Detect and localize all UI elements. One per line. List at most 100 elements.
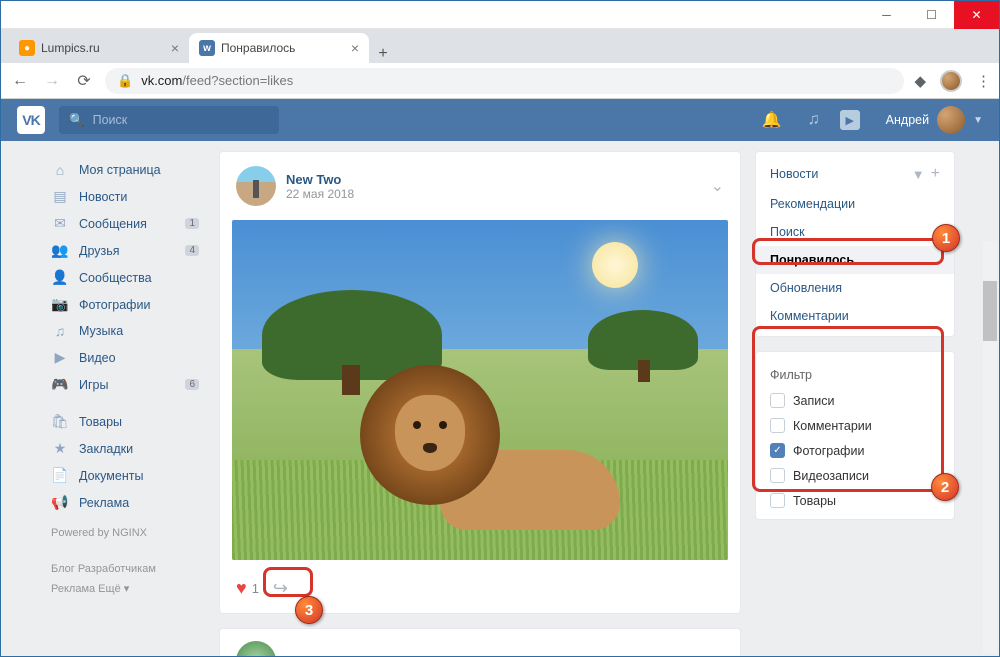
nav-label: Музыка <box>79 324 123 338</box>
notifications-icon[interactable]: 🔔 <box>756 110 788 130</box>
post-author-avatar[interactable] <box>236 641 276 656</box>
music-icon[interactable]: ♫ <box>802 111 826 129</box>
share-icon[interactable]: ↪ <box>273 578 288 599</box>
feed-column: New Two 22 мая 2018 ⌄ <box>219 151 741 656</box>
post-image[interactable] <box>232 220 728 560</box>
nav-item[interactable]: 👤 Сообщества <box>45 264 205 291</box>
nav-item[interactable]: 📄 Документы <box>45 462 205 489</box>
nav-item[interactable]: 📷Фотографии <box>45 291 205 318</box>
annotation-badge-1: 1 <box>932 224 960 252</box>
section-tab[interactable]: Поиск <box>756 218 954 246</box>
nav-label: Сообщения <box>79 217 147 231</box>
nav-icon: ⌂ <box>51 162 69 178</box>
tab-title: Lumpics.ru <box>41 41 100 55</box>
nav-item[interactable]: 🎮Игры6 <box>45 371 205 398</box>
window-titlebar: ─ ☐ ✕ <box>1 1 999 29</box>
section-tab[interactable]: Новости ▼ + <box>756 158 954 190</box>
nav-icon: 🛍 <box>51 413 69 430</box>
window-maximize-button[interactable]: ☐ <box>909 1 954 29</box>
nav-item[interactable]: ♫Музыка <box>45 318 205 344</box>
left-nav: ⌂Моя страница▤Новости✉Сообщения1👥Друзья4… <box>45 151 205 656</box>
vk-search-input[interactable]: 🔍 Поиск <box>59 106 279 134</box>
window-close-button[interactable]: ✕ <box>954 1 999 29</box>
section-tab[interactable]: Понравилось <box>756 246 954 274</box>
nav-item[interactable]: 👥Друзья4 <box>45 237 205 264</box>
section-label: Поиск <box>770 225 805 239</box>
annotation-badge-3: 3 <box>295 596 323 624</box>
window-minimize-button[interactable]: ─ <box>864 1 909 29</box>
nav-reload-button[interactable]: ⟳ <box>73 71 95 91</box>
tab-close-icon[interactable]: × <box>351 40 359 56</box>
post-date: 22 мая 2018 <box>286 187 354 201</box>
filter-option[interactable]: Товары <box>756 488 954 513</box>
nav-label: Сообщества <box>79 271 152 285</box>
section-label: Понравилось <box>770 253 854 267</box>
vk-user-menu[interactable]: Андрей ▼ <box>886 106 983 134</box>
browser-tab-vk[interactable]: w Понравилось × <box>189 33 369 63</box>
address-bar[interactable]: 🔒 vk.com/feed?section=likes <box>105 68 904 94</box>
nav-label: Документы <box>79 469 143 483</box>
nav-label: Закладки <box>79 442 133 456</box>
url-path: /feed?section=likes <box>182 73 293 88</box>
filter-label: Видеозаписи <box>793 469 869 483</box>
like-count: 1 <box>252 581 259 596</box>
post-card: Фотошедевры <box>219 628 741 656</box>
checkbox-icon <box>770 418 785 433</box>
nav-item[interactable]: ★Закладки <box>45 435 205 462</box>
filter-settings-icon[interactable]: ▼ <box>912 167 925 182</box>
nav-badge: 6 <box>185 379 199 390</box>
filter-option[interactable]: Комментарии <box>756 413 954 438</box>
scrollbar[interactable] <box>983 241 997 654</box>
nav-item[interactable]: ▶Видео <box>45 344 205 371</box>
new-tab-button[interactable]: + <box>369 45 397 63</box>
nav-forward-button[interactable]: → <box>41 72 63 90</box>
section-label: Обновления <box>770 281 842 295</box>
extension-icon[interactable]: ◆ <box>914 72 926 90</box>
section-label: Комментарии <box>770 309 849 323</box>
like-button[interactable]: ♥ 1 <box>236 578 259 599</box>
section-tab[interactable]: Комментарии <box>756 302 954 330</box>
filter-title: Фильтр <box>756 358 954 388</box>
annotation-badge-2: 2 <box>931 473 959 501</box>
nav-icon: 👤 <box>51 269 69 286</box>
url-host: vk.com <box>141 73 182 88</box>
filter-label: Записи <box>793 394 835 408</box>
nav-item[interactable]: ⌂Моя страница <box>45 157 205 183</box>
nav-label: Новости <box>79 190 127 204</box>
nav-footer: Powered by NGINX <box>45 516 205 552</box>
add-icon[interactable]: + <box>931 165 940 183</box>
right-column: Новости ▼ + Рекомендации Поиск Понравилось Обн… <box>755 151 955 656</box>
browser-tabs: ● Lumpics.ru × w Понравилось × + <box>1 29 999 63</box>
post-more-icon[interactable]: ⌄ <box>711 176 724 196</box>
tab-title: Понравилось <box>221 41 295 55</box>
section-label: Новости <box>770 167 818 181</box>
browser-tab-lumpics[interactable]: ● Lumpics.ru × <box>9 33 189 63</box>
nav-label: Видео <box>79 351 116 365</box>
post-card: New Two 22 мая 2018 ⌄ <box>219 151 741 614</box>
vk-logo[interactable]: VK <box>17 106 45 134</box>
tab-close-icon[interactable]: × <box>171 40 179 56</box>
search-icon: 🔍 <box>69 113 85 128</box>
filter-label: Товары <box>793 494 836 508</box>
checkbox-icon <box>770 393 785 408</box>
nav-footer-links[interactable]: Блог РазработчикамРеклама Ещё ▾ <box>45 552 205 608</box>
filter-label: Комментарии <box>793 419 872 433</box>
lock-icon: 🔒 <box>117 73 133 89</box>
nav-item[interactable]: ✉Сообщения1 <box>45 210 205 237</box>
post-author-link[interactable]: Фотошедевры <box>286 654 379 657</box>
section-tab[interactable]: Обновления <box>756 274 954 302</box>
nav-item[interactable]: 🛍Товары <box>45 408 205 435</box>
profile-avatar-icon[interactable] <box>940 70 962 92</box>
filter-option[interactable]: Видеозаписи <box>756 463 954 488</box>
post-author-link[interactable]: New Two <box>286 172 354 187</box>
section-tab[interactable]: Рекомендации <box>756 190 954 218</box>
browser-menu-icon[interactable]: ⋮ <box>976 72 991 90</box>
nav-item[interactable]: ▤Новости <box>45 183 205 210</box>
nav-item[interactable]: 📢Реклама <box>45 489 205 516</box>
nav-back-button[interactable]: ← <box>9 72 31 90</box>
nav-icon: 📄 <box>51 467 69 484</box>
filter-option[interactable]: ✓Фотографии <box>756 438 954 463</box>
post-author-avatar[interactable] <box>236 166 276 206</box>
filter-option[interactable]: Записи <box>756 388 954 413</box>
player-icon[interactable]: ▶ <box>840 110 860 130</box>
